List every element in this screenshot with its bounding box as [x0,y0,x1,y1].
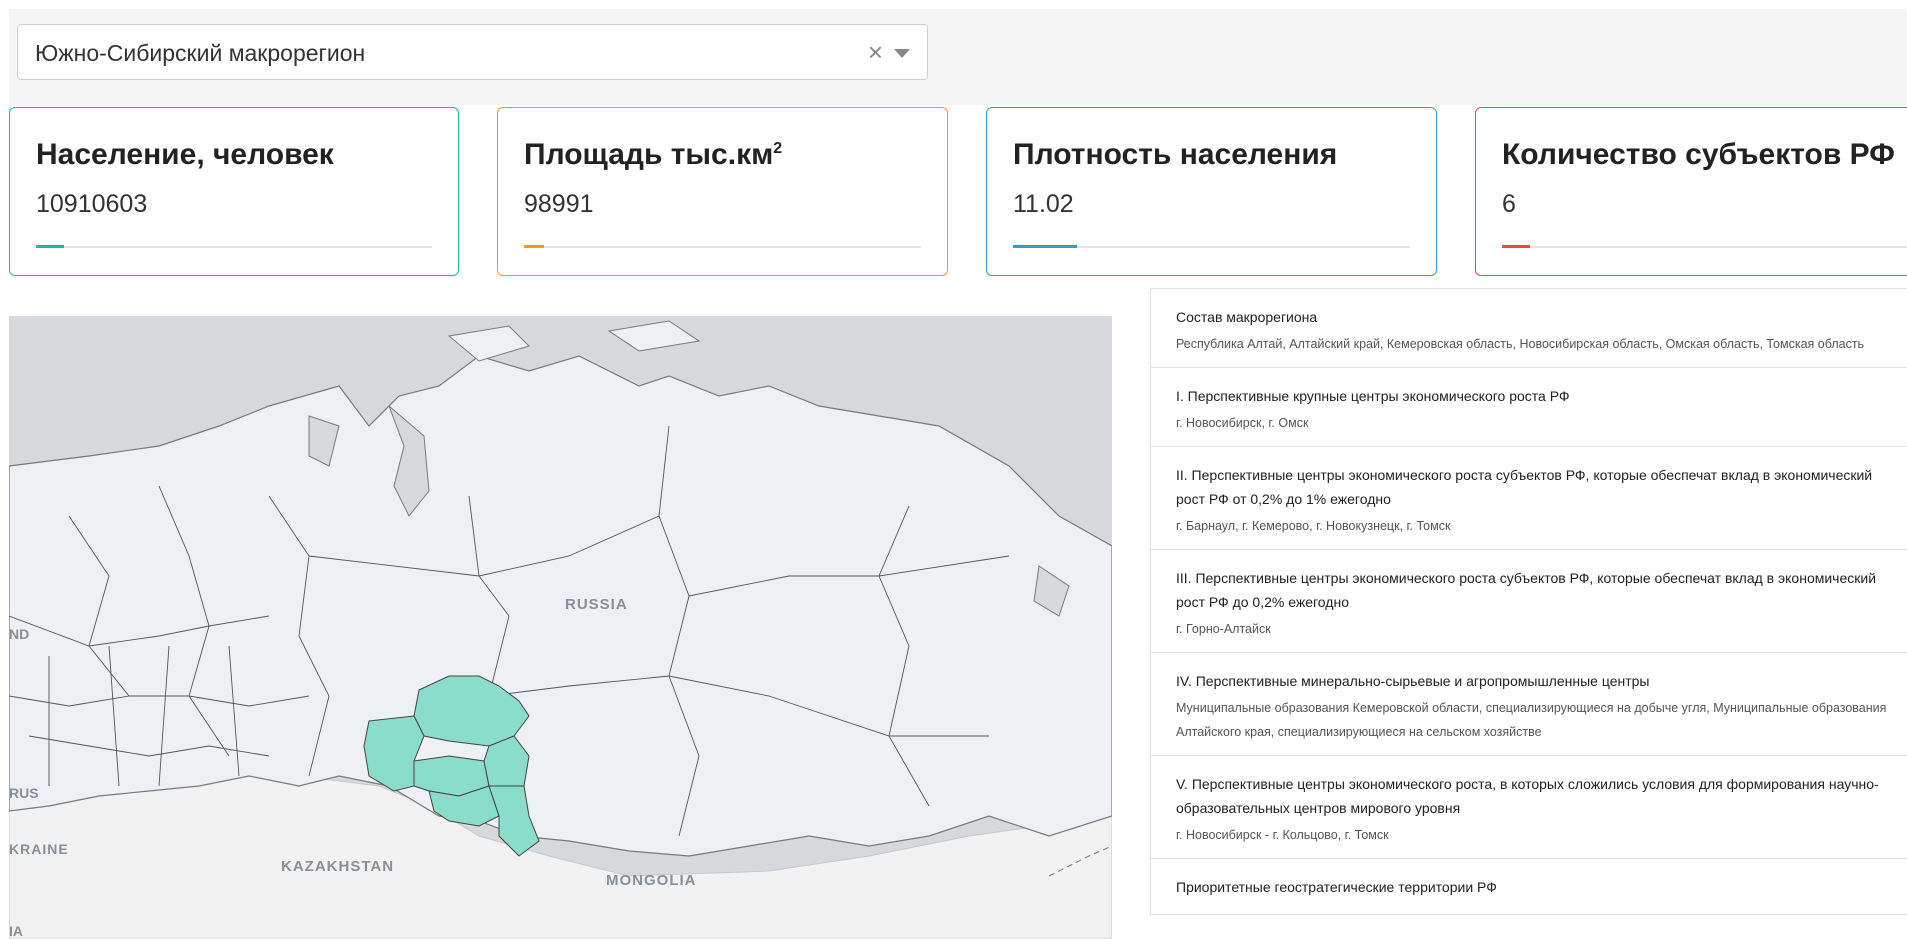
progress-fill [36,245,64,248]
progress-track [36,245,432,248]
card-title: Плотность населения [1013,138,1338,171]
card-title: Площадь тыс.км2 [524,138,782,172]
card-value: 98991 [524,190,594,218]
card-value: 10910603 [36,190,148,218]
info-item-heading: I. Перспективные крупные центры экономич… [1176,388,1570,404]
info-item-detail: Муниципальные образования Кемеровской об… [1176,701,1887,739]
card-title-superscript: 2 [773,140,783,157]
progress-fill [1502,245,1531,248]
region-map[interactable]: RUSSIA KAZAKHSTAN MONGOLIA KRAINE RUS ND… [9,316,1112,939]
subjects-count-card: Количество субъектов РФ 6 [1475,107,1907,276]
info-item-heading: IV. Перспективные минерально-сырьевые и … [1176,673,1650,689]
info-item: III. Перспективные центры экономического… [1151,550,1907,653]
progress-fill [524,245,544,248]
map-label-nd: ND [9,626,29,642]
info-item-detail: г. Барнаул, г. Кемерово, г. Новокузнецк,… [1176,519,1451,533]
population-card: Население, человек 10910603 [9,107,459,276]
info-item-detail: г. Горно-Алтайск [1176,622,1271,636]
info-item-detail: Республика Алтай, Алтайский край, Кемеро… [1176,337,1865,351]
density-card: Плотность населения 11.02 [986,107,1437,276]
info-item-heading: III. Перспективные центры экономического… [1176,570,1877,610]
info-item: I. Перспективные крупные центры экономич… [1151,368,1907,447]
clear-icon[interactable]: × [868,37,883,67]
info-item: Приоритетные геостратегические территори… [1151,859,1907,914]
info-item-heading: V. Перспективные центры экономического р… [1176,776,1879,816]
map-label-ia: IA [9,923,23,939]
map-label-kazakhstan: KAZAKHSTAN [281,858,394,875]
chevron-down-icon[interactable] [894,49,910,58]
map-label-rus: RUS [9,785,39,801]
card-title: Количество субъектов РФ [1502,138,1895,171]
info-item: Состав макрорегиона Республика Алтай, Ал… [1151,289,1907,368]
area-card: Площадь тыс.км2 98991 [497,107,948,276]
info-item: IV. Перспективные минерально-сырьевые и … [1151,653,1907,756]
card-title: Население, человек [36,138,334,171]
progress-track [524,245,921,248]
map-label-ukraine: KRAINE [9,841,69,857]
progress-track [1013,245,1410,248]
map-label-russia: RUSSIA [565,596,628,613]
info-item-heading: Состав макрорегиона [1176,309,1318,325]
info-item: V. Перспективные центры экономического р… [1151,756,1907,859]
info-item: II. Перспективные центры экономического … [1151,447,1907,550]
region-select[interactable]: Южно-Сибирский макрорегион × [17,24,928,80]
region-select-value: Южно-Сибирский макрорегион [35,40,366,66]
info-item-heading: Приоритетные геостратегические территори… [1176,879,1497,895]
map-label-mongolia: MONGOLIA [606,872,697,889]
card-value: 6 [1502,190,1516,218]
progress-fill [1013,245,1077,248]
card-title-text: Площадь тыс.км [524,138,774,171]
info-item-detail: г. Новосибирск, г. Омск [1176,416,1309,430]
card-value: 11.02 [1013,190,1074,218]
info-item-heading: II. Перспективные центры экономического … [1176,467,1873,507]
info-item-detail: г. Новосибирск - г. Кольцово, г. Томск [1176,828,1389,842]
progress-track [1502,245,1907,248]
macroregion-info-panel: Состав макрорегиона Республика Алтай, Ал… [1150,288,1907,915]
